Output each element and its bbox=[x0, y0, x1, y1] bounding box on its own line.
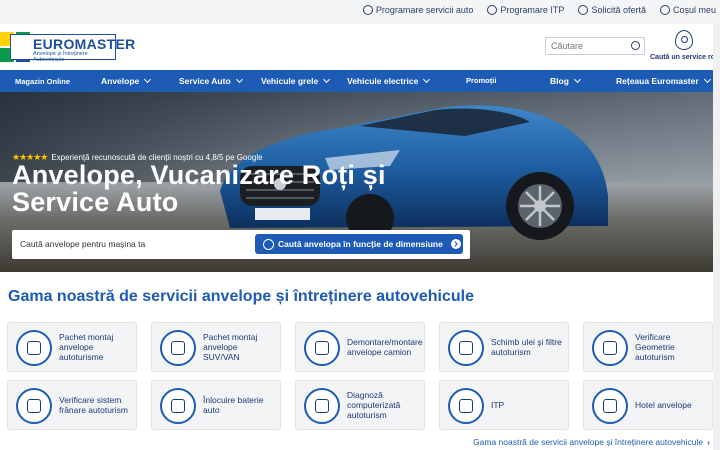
brake-icon bbox=[16, 388, 52, 424]
quote-icon bbox=[578, 5, 589, 15]
calendar-icon bbox=[362, 5, 373, 15]
car-check-icon bbox=[487, 5, 498, 15]
nav-item-label: Vehicule electrice bbox=[347, 76, 419, 86]
location-pin-icon bbox=[675, 30, 693, 50]
tire-search-bar: Caută anvelope pentru mașina ta Caută an… bbox=[12, 230, 470, 259]
nav-item-label: Vehicule grele bbox=[261, 76, 319, 86]
nav-item-label: Magazin Online bbox=[15, 77, 71, 86]
itp-icon bbox=[448, 388, 484, 424]
top-utility-bar: Programare servicii auto Programare ITP … bbox=[0, 0, 720, 24]
nav-item-magazin-online[interactable]: Magazin Online bbox=[15, 77, 70, 86]
service-card-itp[interactable]: ITP bbox=[439, 380, 569, 430]
service-card-montaj-autoturisme[interactable]: Pachet montaj anvelope autoturisme bbox=[7, 322, 137, 372]
service-card-geometrie[interactable]: Verificare Geometrie autoturism bbox=[583, 322, 713, 372]
cart-icon bbox=[659, 5, 670, 15]
nav-item-label: Blog bbox=[550, 76, 569, 86]
tire-hotel-icon bbox=[592, 388, 628, 424]
nav-item-service-auto[interactable]: Service Auto bbox=[179, 75, 243, 86]
hero-title: Anvelope, Vucanizare Roți și Service Aut… bbox=[12, 160, 386, 217]
alignment-icon bbox=[592, 330, 628, 366]
tire-size-search-label: Caută anvelopa în funcție de dimensiune bbox=[278, 239, 443, 249]
hero-banner: ★★★★★ Experiență recunoscută de clienții… bbox=[0, 92, 720, 272]
chevron-down-icon bbox=[703, 75, 711, 84]
oil-change-icon bbox=[448, 330, 484, 366]
services-more-link[interactable]: Gama noastră de servicii anvelope și înt… bbox=[473, 437, 710, 447]
services-section-title: Gama noastră de servicii anvelope și înt… bbox=[8, 288, 474, 305]
service-card-label: Verificare Geometrie autoturism bbox=[635, 332, 675, 362]
service-locator-label: Caută un service roți bbox=[650, 54, 720, 61]
service-locator-button[interactable]: Caută un service roți bbox=[650, 30, 720, 61]
tire-search-label[interactable]: Caută anvelope pentru mașina ta bbox=[20, 239, 145, 249]
chevron-down-icon bbox=[573, 75, 581, 84]
nav-item-promotii[interactable]: Promoții bbox=[466, 76, 496, 85]
tire-size-search-button[interactable]: Caută anvelopa în funcție de dimensiune bbox=[255, 234, 463, 254]
utility-link-label: Coșul meu bbox=[672, 5, 716, 15]
battery-icon bbox=[160, 388, 196, 424]
service-card-label: Diagnoză computerizată autoturism bbox=[347, 390, 401, 420]
suv-tire-icon bbox=[160, 330, 196, 366]
utility-link-solicita-oferta[interactable]: Solicită ofertă bbox=[578, 5, 646, 15]
nav-item-vehicule-electrice[interactable]: Vehicule electrice bbox=[347, 75, 431, 86]
utility-link-programare-servicii[interactable]: Programare servicii auto bbox=[362, 5, 474, 15]
search-placeholder: Căutare bbox=[551, 41, 584, 51]
nav-item-reteaua-euromaster[interactable]: Rețeaua Euromaster bbox=[616, 75, 711, 86]
utility-link-programare-itp[interactable]: Programare ITP bbox=[487, 5, 564, 15]
nav-item-blog[interactable]: Blog bbox=[550, 75, 581, 86]
service-card-label: ITP bbox=[491, 400, 505, 410]
service-card-label: Pachet montaj anvelope autoturisme bbox=[59, 332, 114, 362]
site-header: EUROMASTER Anvelope și Întreținere Autov… bbox=[0, 24, 720, 70]
page-scrollbar[interactable] bbox=[713, 24, 720, 450]
service-card-label: Hotel anvelope bbox=[635, 400, 692, 410]
utility-links: Programare servicii auto Programare ITP … bbox=[362, 5, 716, 15]
logo-tagline: Anvelope și Întreținere Autovehicule bbox=[33, 51, 88, 63]
main-navigation: Magazin Online Anvelope Service Auto Veh… bbox=[0, 70, 720, 92]
service-card-anvelope-camion[interactable]: Demontare/montare anvelope camion bbox=[295, 322, 425, 372]
search-input[interactable]: Căutare bbox=[545, 37, 645, 55]
chevron-down-icon bbox=[235, 75, 243, 84]
nav-item-label: Anvelope bbox=[101, 76, 140, 86]
service-card-label: Schimb ulei și filtre autoturism bbox=[491, 337, 562, 357]
utility-link-cosul-meu[interactable]: Coșul meu bbox=[659, 5, 716, 15]
euromaster-logo[interactable]: EUROMASTER Anvelope și Întreținere Autov… bbox=[0, 32, 136, 63]
tire-mount-icon bbox=[16, 330, 52, 366]
diagnostics-icon bbox=[304, 388, 340, 424]
service-card-franare[interactable]: Verificare sistem frânare autoturism bbox=[7, 380, 137, 430]
service-card-diagnoza[interactable]: Diagnoză computerizată autoturism bbox=[295, 380, 425, 430]
search-icon[interactable] bbox=[631, 41, 640, 50]
nav-item-label: Promoții bbox=[466, 76, 497, 85]
nav-item-label: Service Auto bbox=[179, 76, 231, 86]
service-card-label: Verificare sistem frânare autoturism bbox=[59, 395, 128, 415]
nav-item-label: Rețeaua Euromaster bbox=[616, 76, 699, 86]
service-card-label: Pachet montaj anvelope SUV/VAN bbox=[203, 332, 258, 362]
utility-link-label: Programare ITP bbox=[500, 5, 565, 15]
chevron-down-icon bbox=[144, 75, 152, 84]
nav-item-vehicule-grele[interactable]: Vehicule grele bbox=[261, 75, 331, 86]
service-card-hotel-anvelope[interactable]: Hotel anvelope bbox=[583, 380, 713, 430]
chevron-right-icon bbox=[450, 239, 461, 249]
nav-item-anvelope[interactable]: Anvelope bbox=[101, 75, 152, 86]
utility-link-label: Solicită ofertă bbox=[591, 5, 646, 15]
utility-link-label: Programare servicii auto bbox=[375, 5, 474, 15]
logo-name: EUROMASTER bbox=[33, 36, 136, 52]
service-card-schimb-ulei[interactable]: Schimb ulei și filtre autoturism bbox=[439, 322, 569, 372]
tire-icon bbox=[263, 238, 274, 250]
truck-tire-icon bbox=[304, 330, 340, 366]
service-card-label: Demontare/montare anvelope camion bbox=[347, 337, 423, 357]
service-card-montaj-suv-van[interactable]: Pachet montaj anvelope SUV/VAN bbox=[151, 322, 281, 372]
service-card-baterie[interactable]: Înlocuire baterie auto bbox=[151, 380, 281, 430]
chevron-down-icon bbox=[323, 75, 331, 84]
chevron-down-icon bbox=[423, 75, 431, 84]
service-card-label: Înlocuire baterie auto bbox=[203, 395, 264, 415]
